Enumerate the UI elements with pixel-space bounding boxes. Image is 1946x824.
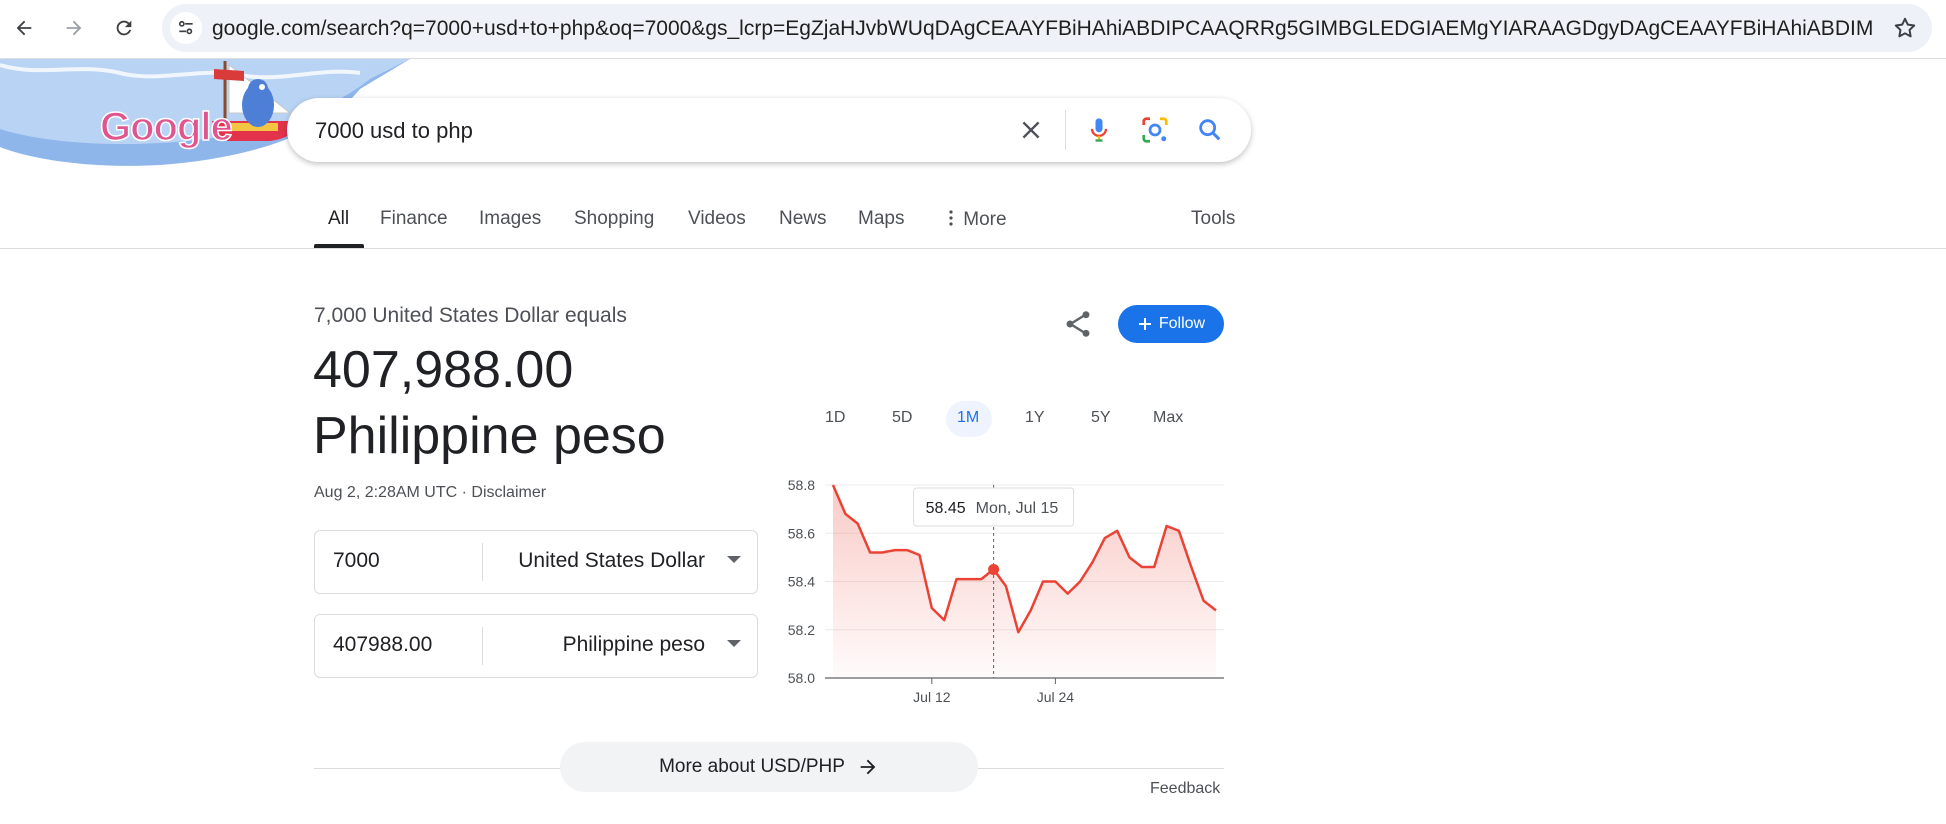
timestamp-disclaimer[interactable]: Aug 2, 2:28AM UTC · Disclaimer: [314, 484, 546, 502]
tab-more-label: More: [963, 209, 1007, 230]
image-search-button[interactable]: [1139, 114, 1171, 146]
forward-button[interactable]: [58, 12, 90, 44]
tab-shopping[interactable]: Shopping: [574, 208, 654, 230]
to-currency-select[interactable]: Philippine peso: [563, 633, 705, 657]
range-1d[interactable]: 1D: [825, 409, 845, 427]
share-button[interactable]: [1062, 308, 1094, 340]
tune-icon: [178, 20, 193, 35]
clear-button[interactable]: [1015, 114, 1047, 146]
x-tick-label: Jul 24: [1037, 689, 1075, 705]
arrow-right-icon: [860, 759, 876, 775]
range-1y[interactable]: 1Y: [1025, 409, 1045, 427]
tab-finance[interactable]: Finance: [380, 208, 448, 230]
close-icon: [1022, 121, 1040, 139]
tools-button[interactable]: Tools: [1191, 208, 1235, 230]
from-currency-box: 7000 United States Dollar: [314, 530, 758, 594]
range-1m[interactable]: 1M: [957, 409, 979, 427]
y-tick-label: 58.4: [788, 574, 815, 590]
tab-news[interactable]: News: [779, 208, 827, 230]
converter-divider: [482, 627, 483, 665]
voice-search-button[interactable]: [1083, 114, 1115, 146]
plus-icon: [1138, 318, 1151, 330]
x-tick-label: Jul 12: [913, 689, 951, 705]
from-currency-select[interactable]: United States Dollar: [518, 549, 705, 573]
highlight-point: [988, 563, 1000, 575]
to-amount-input[interactable]: 407988.00: [333, 633, 432, 657]
search-box[interactable]: 7000 usd to php: [287, 98, 1251, 162]
y-tick-label: 58.2: [788, 622, 815, 638]
tab-more[interactable]: More: [944, 208, 1007, 231]
range-5d[interactable]: 5D: [892, 409, 912, 427]
search-icon: [1199, 119, 1221, 141]
microphone-icon: [1090, 118, 1108, 142]
tab-images[interactable]: Images: [479, 208, 541, 230]
tooltip-date: Mon, Jul 15: [976, 500, 1059, 517]
converter-divider: [482, 543, 483, 581]
tab-all[interactable]: All: [328, 208, 349, 230]
back-arrow-icon: [16, 20, 32, 36]
exchange-rate-chart[interactable]: 58.8 58.6 58.4 58.2 58.0 Jul 12 Jul 24 58.45 Mon…: [770, 470, 1230, 712]
more-about-button[interactable]: More about USD/PHP: [560, 742, 978, 792]
chevron-down-icon[interactable]: [727, 640, 741, 647]
tooltip-value: 58.45: [926, 500, 966, 517]
back-button[interactable]: [8, 12, 40, 44]
bookmark-star-icon[interactable]: [1892, 15, 1918, 41]
site-info-button[interactable]: [170, 12, 202, 44]
equals-label: 7,000 United States Dollar equals: [314, 304, 627, 327]
follow-label: Follow: [1158, 315, 1206, 332]
search-divider: [1065, 110, 1066, 150]
forward-arrow-icon: [66, 20, 82, 36]
y-tick-label: 58.0: [788, 670, 815, 686]
from-amount-input[interactable]: 7000: [333, 549, 380, 573]
to-currency-box: 407988.00 Philippine peso: [314, 614, 758, 678]
tab-maps[interactable]: Maps: [858, 208, 904, 230]
feedback-link[interactable]: Feedback: [1150, 780, 1220, 798]
address-bar[interactable]: google.com/search?q=7000+usd+to+php&oq=7…: [162, 4, 1932, 52]
search-button[interactable]: [1194, 114, 1226, 146]
more-vert-icon: [949, 210, 953, 226]
follow-button[interactable]: Follow: [1118, 305, 1224, 343]
url-text[interactable]: google.com/search?q=7000+usd+to+php&oq=7…: [212, 17, 1872, 41]
search-input[interactable]: 7000 usd to php: [315, 118, 473, 144]
reload-button[interactable]: [108, 12, 140, 44]
chevron-down-icon[interactable]: [727, 556, 741, 563]
y-tick-label: 58.6: [788, 525, 815, 541]
search-tabs: All Finance Images Shopping Videos News …: [0, 200, 1946, 249]
result-amount: 407,988.00: [313, 341, 574, 399]
google-lens-icon: [1142, 117, 1168, 143]
range-max[interactable]: Max: [1153, 409, 1183, 427]
range-5y[interactable]: 5Y: [1091, 409, 1111, 427]
result-currency: Philippine peso: [313, 407, 666, 465]
share-icon: [1066, 311, 1090, 337]
y-tick-label: 58.8: [788, 477, 815, 493]
browser-toolbar: google.com/search?q=7000+usd+to+php&oq=7…: [0, 0, 1946, 59]
tab-videos[interactable]: Videos: [688, 208, 746, 230]
reload-icon: [116, 20, 132, 36]
active-tab-indicator: [314, 244, 364, 248]
more-about-label: More about USD/PHP: [659, 756, 845, 777]
google-logo: Google: [99, 104, 233, 150]
